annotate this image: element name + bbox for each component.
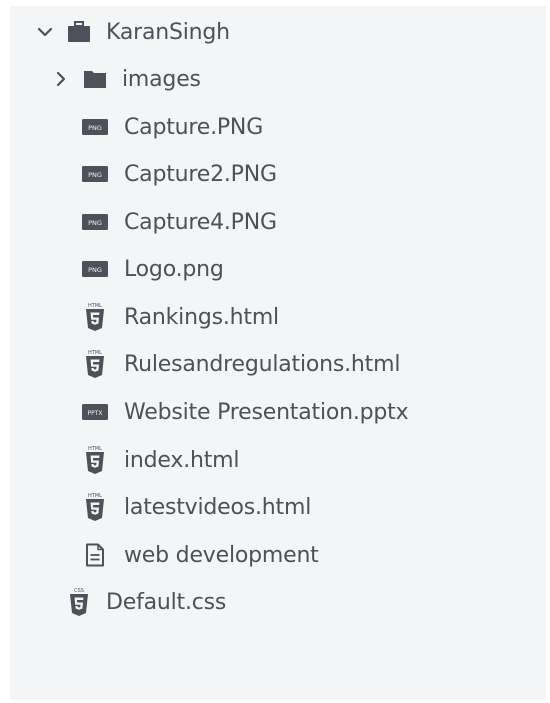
file-label: web development xyxy=(124,542,319,568)
pptx-badge-text: PPTX xyxy=(87,410,102,417)
html-badge-text: HTML xyxy=(88,493,102,499)
tree-file-default-css[interactable]: CSS Default.css xyxy=(66,582,226,622)
tree-file-logo-png[interactable]: PNG Logo.png xyxy=(82,249,224,289)
tree-file-website-presentation-pptx[interactable]: PPTX Website Presentation.pptx xyxy=(82,392,409,432)
html5-file-icon: HTML xyxy=(82,350,108,378)
tree-root-karansingh[interactable]: KaranSingh xyxy=(34,12,230,52)
file-label: Website Presentation.pptx xyxy=(124,399,409,425)
png-badge-text: PNG xyxy=(88,171,102,179)
text-document-icon xyxy=(82,542,108,568)
png-badge-text: PNG xyxy=(88,219,102,227)
tree-folder-images[interactable]: images xyxy=(50,59,201,99)
file-explorer-panel: KaranSingh images PNG Capture.PNG PNG Ca… xyxy=(10,6,546,700)
tree-file-web-development[interactable]: web development xyxy=(82,535,319,575)
file-label: index.html xyxy=(124,447,240,473)
html5-file-icon: HTML xyxy=(82,446,108,474)
tree-folder-label: images xyxy=(122,66,201,92)
tree-file-capture4-png[interactable]: PNG Capture4.PNG xyxy=(82,202,277,242)
file-label: Rulesandregulations.html xyxy=(124,351,401,377)
png-file-icon: PNG xyxy=(82,209,108,235)
file-label: Capture.PNG xyxy=(124,114,264,140)
file-label: Rankings.html xyxy=(124,304,279,330)
tree-root-label: KaranSingh xyxy=(106,19,230,45)
tree-file-latestvideos-html[interactable]: HTML latestvideos.html xyxy=(82,487,311,527)
html-badge-text: HTML xyxy=(88,303,102,309)
html-badge-text: HTML xyxy=(88,350,102,356)
html5-file-icon: HTML xyxy=(82,493,108,521)
tree-file-capture2-png[interactable]: PNG Capture2.PNG xyxy=(82,154,277,194)
chevron-right-icon[interactable] xyxy=(50,68,72,90)
html5-file-icon: HTML xyxy=(82,303,108,331)
css-badge-text: CSS xyxy=(74,588,84,594)
tree-file-rulesandregulations-html[interactable]: HTML Rulesandregulations.html xyxy=(82,344,400,384)
tree-file-capture-png[interactable]: PNG Capture.PNG xyxy=(82,107,263,147)
html-badge-text: HTML xyxy=(88,446,102,452)
file-label: latestvideos.html xyxy=(124,494,312,520)
tree-file-rankings-html[interactable]: HTML Rankings.html xyxy=(82,297,279,337)
file-label: Capture2.PNG xyxy=(124,161,277,187)
tree-file-index-html[interactable]: HTML index.html xyxy=(82,440,239,480)
png-file-icon: PNG xyxy=(82,114,108,140)
css-file-icon: CSS xyxy=(66,588,92,616)
png-file-icon: PNG xyxy=(82,256,108,282)
file-label: Default.css xyxy=(106,589,227,615)
briefcase-icon xyxy=(66,19,92,45)
file-label: Capture4.PNG xyxy=(124,209,277,235)
folder-icon xyxy=(82,66,108,92)
png-file-icon: PNG xyxy=(82,161,108,187)
chevron-down-icon[interactable] xyxy=(34,21,56,43)
file-label: Logo.png xyxy=(124,256,224,282)
png-badge-text: PNG xyxy=(88,124,102,132)
pptx-file-icon: PPTX xyxy=(82,399,108,425)
png-badge-text: PNG xyxy=(88,266,102,274)
